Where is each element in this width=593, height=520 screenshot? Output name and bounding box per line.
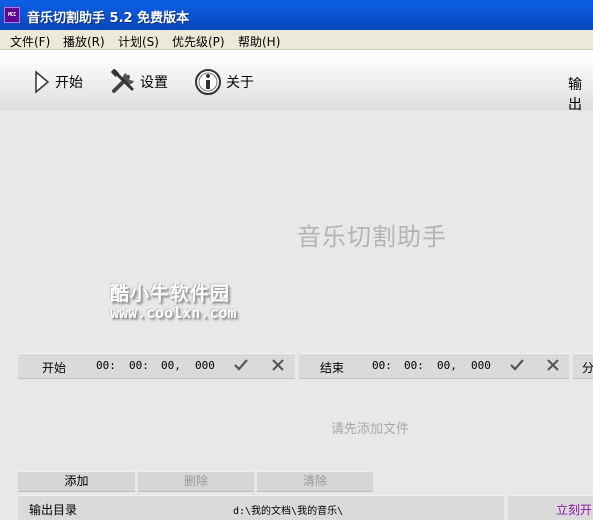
start-milliseconds[interactable]: 000 <box>195 359 215 372</box>
watermark-name: 酷小牛软件园 <box>110 283 231 305</box>
settings-label: 设置 <box>140 75 168 91</box>
start-time-label: 开始 <box>42 361 67 375</box>
clear-button[interactable]: 清除 <box>257 471 373 492</box>
about-button[interactable]: 关于 <box>194 69 254 95</box>
end-milliseconds[interactable]: 000 <box>471 359 491 372</box>
tools-icon <box>110 69 134 93</box>
toolbar: 开始 设置 关于 输出 <box>0 50 593 113</box>
start-time-bar: 开始 00: 00: 00, 000 <box>18 353 295 379</box>
split-label[interactable]: 分 <box>582 359 593 376</box>
end-hours[interactable]: 00: <box>372 359 392 372</box>
info-icon <box>195 69 221 95</box>
window-title: 音乐切割助手 5.2 免费版本 <box>27 11 190 26</box>
start-seconds[interactable]: 00, <box>161 359 181 372</box>
menu-schedule[interactable]: 计划(S) <box>118 33 159 50</box>
menu-play[interactable]: 播放(R) <box>63 33 105 50</box>
watermark-url: www.coolxn.com <box>110 304 237 322</box>
empty-list-hint: 请先添加文件 <box>331 422 410 437</box>
end-minutes[interactable]: 00: <box>404 359 424 372</box>
end-confirm-check-icon[interactable] <box>509 357 525 373</box>
start-confirm-check-icon[interactable] <box>233 357 249 373</box>
menu-help[interactable]: 帮助(H) <box>238 33 280 50</box>
app-title-text: 音乐切割助手 <box>297 223 447 251</box>
output-directory-bar[interactable]: 输出目录 d:\我的文档\我的音乐\ <box>18 495 504 520</box>
convert-now-button[interactable]: 立刻开 <box>508 495 593 520</box>
watermark: 酷小牛软件园 www.coolxn.com <box>110 279 236 322</box>
output-directory-label: 输出目录 <box>29 503 78 517</box>
start-hours[interactable]: 00: <box>96 359 116 372</box>
menu-file[interactable]: 文件(F) <box>10 33 50 50</box>
delete-button[interactable]: 删除 <box>138 471 254 492</box>
title-bar[interactable]: MCC 音乐切割助手 5.2 免费版本 <box>0 0 593 30</box>
split-bar: 分 <box>573 353 593 379</box>
end-seconds[interactable]: 00, <box>437 359 457 372</box>
add-button[interactable]: 添加 <box>18 471 135 492</box>
end-time-bar: 结束 00: 00: 00, 000 <box>299 353 569 379</box>
settings-button[interactable]: 设置 <box>110 69 168 95</box>
app-icon: MCC <box>4 7 20 23</box>
start-label: 开始 <box>55 75 83 91</box>
menu-bar: 文件(F) 播放(R) 计划(S) 优先级(P) 帮助(H) <box>0 30 593 50</box>
start-clear-x-icon[interactable] <box>270 357 286 373</box>
convert-now-label: 立刻开 <box>556 503 593 517</box>
play-icon <box>35 70 50 94</box>
end-time-label: 结束 <box>320 361 345 375</box>
start-minutes[interactable]: 00: <box>129 359 149 372</box>
output-label[interactable]: 输出 <box>568 74 593 114</box>
menu-priority[interactable]: 优先级(P) <box>172 33 225 50</box>
start-button[interactable]: 开始 <box>33 69 83 95</box>
output-directory-path[interactable]: d:\我的文档\我的音乐\ <box>233 502 343 517</box>
end-clear-x-icon[interactable] <box>545 357 561 373</box>
about-label: 关于 <box>226 75 254 91</box>
